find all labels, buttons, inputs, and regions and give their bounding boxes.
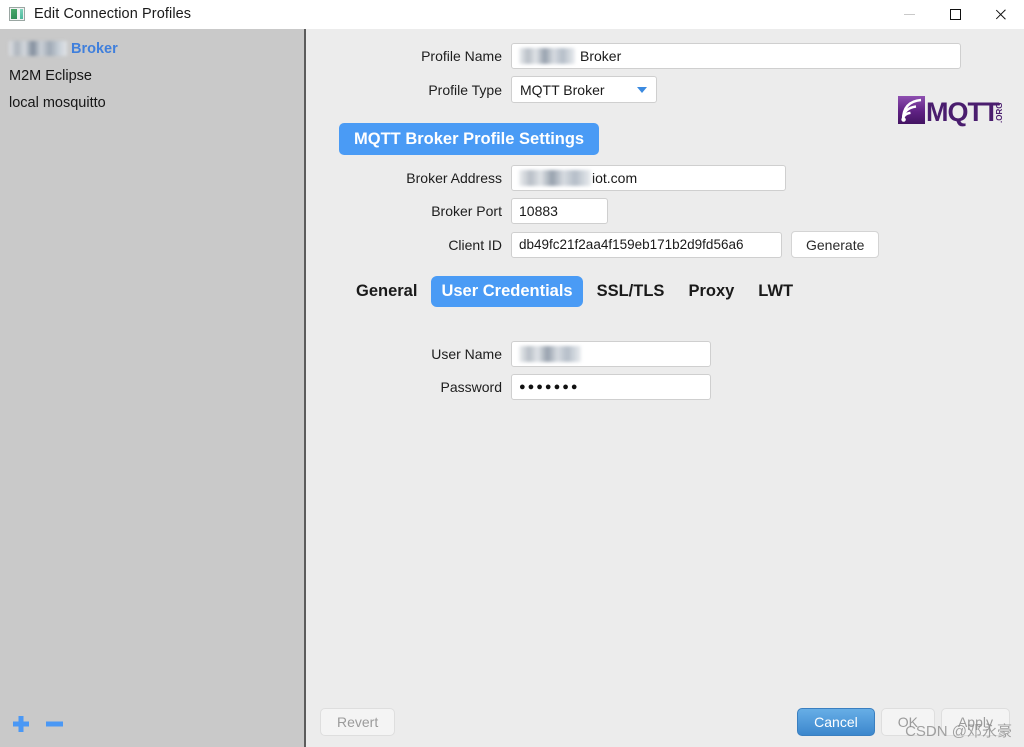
profiles-sidebar: Broker M2M Eclipse local mosquitto xyxy=(0,29,306,747)
client-id-label: Client ID xyxy=(448,236,502,253)
sidebar-footer xyxy=(0,701,304,747)
main-panel: MQTT .ORG Profile Name Broker Profile Ty… xyxy=(306,29,1024,747)
sidebar-item-label: local mosquitto xyxy=(9,94,106,111)
maximize-button[interactable] xyxy=(932,0,978,28)
chevron-down-icon xyxy=(637,86,647,93)
broker-address-label: Broker Address xyxy=(406,170,502,186)
redacted-profile-prefix xyxy=(9,41,67,56)
minimize-icon xyxy=(903,13,915,15)
password-row: Password ●●●●●●● xyxy=(306,374,1024,400)
profile-name-value: Broker xyxy=(580,48,622,64)
svg-text:.ORG: .ORG xyxy=(995,103,1004,123)
password-input[interactable]: ●●●●●●● xyxy=(511,374,711,400)
tab-lwt[interactable]: LWT xyxy=(748,276,803,307)
ok-button[interactable]: OK xyxy=(880,707,935,736)
maximize-icon xyxy=(949,8,961,20)
tab-general[interactable]: General xyxy=(346,276,427,307)
mqtt-logo-icon: MQTT .ORG xyxy=(898,93,1010,127)
tab-user-credentials[interactable]: User Credentials xyxy=(431,276,583,307)
profile-name-row: Profile Name Broker xyxy=(306,43,1024,69)
title-bar: Edit Connection Profiles xyxy=(0,0,1024,29)
password-label: Password xyxy=(440,379,502,395)
profile-type-value: MQTT Broker xyxy=(520,81,605,98)
window-title: Edit Connection Profiles xyxy=(34,6,192,22)
broker-address-input[interactable]: iot.com xyxy=(511,165,786,191)
profile-form: MQTT .ORG Profile Name Broker Profile Ty… xyxy=(306,29,1024,696)
dialog-footer: Revert Cancel OK Apply CSDN @邓永豪 xyxy=(306,696,1024,747)
client-id-input[interactable]: db49fc21f2aa4f159eb171b2d9fd56a6 xyxy=(511,231,782,258)
footer-action-buttons: Cancel OK Apply xyxy=(797,707,1010,736)
close-icon xyxy=(995,8,1008,21)
minimize-button[interactable] xyxy=(886,0,932,28)
section-title-banner: MQTT Broker Profile Settings xyxy=(339,123,600,155)
sidebar-item-label: M2M Eclipse xyxy=(9,67,92,84)
broker-port-label: Broker Port xyxy=(431,203,502,219)
app-window-icon xyxy=(9,7,25,21)
add-profile-button[interactable] xyxy=(12,715,30,733)
client-id-row: Client ID db49fc21f2aa4f159eb171b2d9fd56… xyxy=(306,231,1024,258)
password-value: ●●●●●●● xyxy=(519,381,580,393)
window-body: Broker M2M Eclipse local mosquitto MQTT … xyxy=(0,29,1024,747)
user-name-input[interactable] xyxy=(511,341,711,367)
revert-button[interactable]: Revert xyxy=(320,707,396,736)
profile-type-label: Profile Type xyxy=(428,81,502,98)
sidebar-item-m2m-eclipse[interactable]: M2M Eclipse xyxy=(0,62,304,89)
remove-profile-button[interactable] xyxy=(46,715,64,733)
svg-text:MQTT: MQTT xyxy=(926,97,1000,127)
generate-client-id-button[interactable]: Generate xyxy=(791,231,880,258)
redacted-text xyxy=(519,346,581,362)
user-name-label: User Name xyxy=(431,346,502,362)
redacted-text xyxy=(519,48,575,64)
tab-ssl-tls[interactable]: SSL/TLS xyxy=(587,276,675,307)
broker-address-value: iot.com xyxy=(592,170,638,186)
user-credentials-panel: User Name Password ●●●●●●● xyxy=(306,341,1024,400)
settings-tab-bar: General User Credentials SSL/TLS Proxy L… xyxy=(346,276,1024,307)
profile-name-label: Profile Name xyxy=(421,48,502,64)
redacted-text xyxy=(519,170,591,186)
cancel-button[interactable]: Cancel xyxy=(797,707,875,736)
window-controls xyxy=(886,0,1024,28)
sidebar-item-broker[interactable]: Broker xyxy=(0,35,304,62)
broker-port-row: Broker Port 10883 xyxy=(306,198,1024,224)
broker-address-row: Broker Address iot.com xyxy=(306,165,1024,191)
sidebar-item-local-mosquitto[interactable]: local mosquitto xyxy=(0,89,304,116)
user-name-row: User Name xyxy=(306,341,1024,367)
close-button[interactable] xyxy=(978,0,1024,28)
tab-proxy[interactable]: Proxy xyxy=(678,276,744,307)
apply-button[interactable]: Apply xyxy=(940,707,1010,736)
profile-name-input[interactable]: Broker xyxy=(511,43,961,69)
broker-port-input[interactable]: 10883 xyxy=(511,198,608,224)
sidebar-item-label: Broker xyxy=(71,40,118,57)
profile-type-select[interactable]: MQTT Broker xyxy=(511,76,657,103)
profile-list: Broker M2M Eclipse local mosquitto xyxy=(0,29,304,701)
